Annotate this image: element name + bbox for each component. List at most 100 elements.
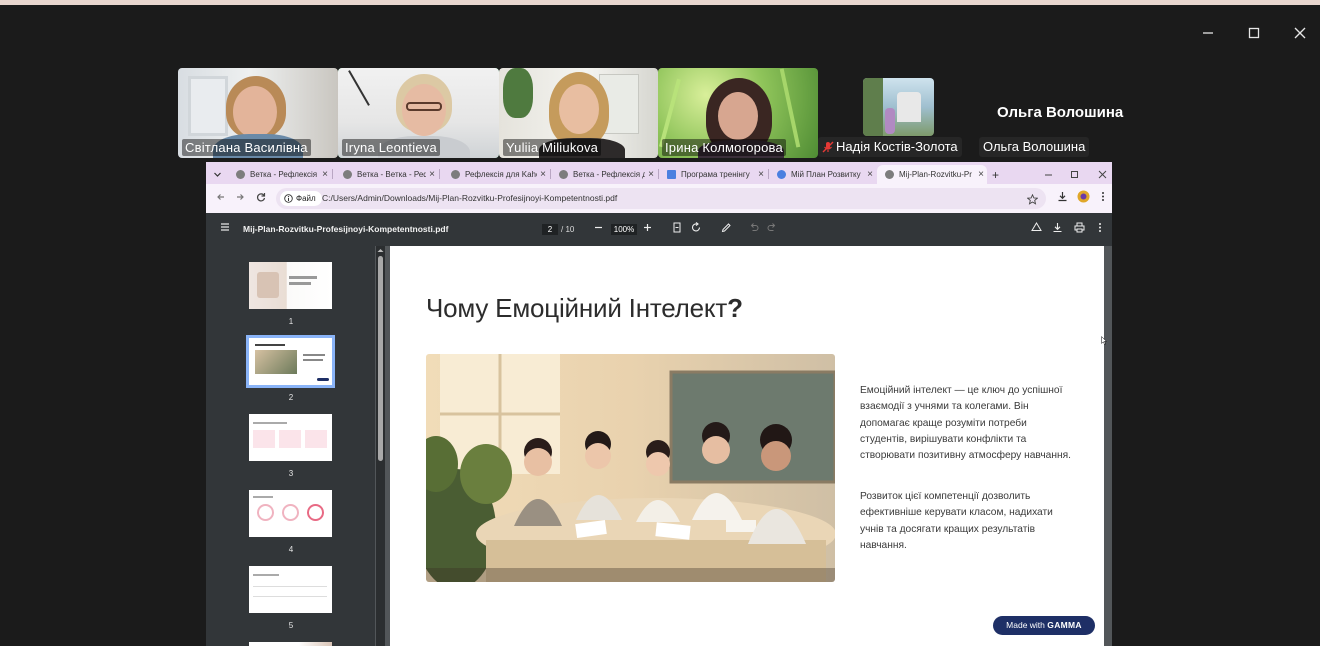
page-thumbnail[interactable] [249,414,332,461]
downloads-button[interactable] [1057,191,1068,205]
browser-menu-button[interactable] [1101,191,1105,205]
new-tab-button[interactable]: + [989,165,1005,184]
meeting-window: Світлана Василівна Iryna Leontieva Yulii… [0,0,1320,646]
thumbnail-ring [307,504,324,521]
extension-button[interactable] [1077,190,1090,206]
chevron-down-icon [214,172,221,177]
thumbnail-image [255,350,297,374]
tab-strip: Ветка - Рефлексія для × Ветка - Ветка - … [206,162,1112,184]
participant-tile-iryna-leontieva[interactable]: Iryna Leontieva [338,68,499,158]
browser-tab-active[interactable]: Mij-Plan-Rozvitku-Pr × [877,165,987,184]
pdf-body: 1 2 3 4 5 Чому Емоційний Інтелект? Емоці… [206,246,1112,646]
participant-tile-yuliia[interactable]: Yuliia Miliukova [499,68,658,158]
browser-tab-6[interactable]: Мій План Розвитку × [769,165,876,184]
page-thumbnail-number: 5 [288,621,294,630]
thumbnail-ring [257,504,274,521]
browser-tab-4[interactable]: Ветка - Рефлексія для × [551,165,657,184]
page-thumbnail[interactable] [249,262,332,309]
back-button[interactable] [216,191,226,205]
page-number-input[interactable]: 2 [542,224,558,235]
participant-avatar-nadiia[interactable] [863,78,934,136]
print-button[interactable] [1074,222,1085,237]
thumbnail-text-line [303,359,323,361]
tab-close-icon[interactable]: × [864,169,876,180]
extension-icon [1077,190,1090,203]
reload-button[interactable] [256,191,266,205]
close-icon [1098,170,1107,179]
browser-close-button[interactable] [1096,165,1110,184]
drive-icon [1031,222,1042,231]
participant-tile-iryna-kolmohorova[interactable]: Ірина Колмогорова [658,68,818,158]
pdf-file-name: Mij-Plan-Rozvitku-Profesijnoyi-Kompetent… [243,224,449,234]
pdf-download-button[interactable] [1052,222,1063,237]
thumbnail-badge [317,378,329,381]
url-bar[interactable]: Файл C:/Users/Admin/Downloads/Mij-Plan-R… [276,188,1046,209]
info-icon [284,194,293,203]
participant-tile-svitlana[interactable]: Світлана Василівна [178,68,338,158]
tab-close-icon[interactable]: × [645,169,657,180]
maximize-button[interactable] [1231,20,1277,46]
scrollbar-thumb[interactable] [378,256,383,461]
more-vertical-icon [1099,223,1101,232]
classroom-illustration [426,354,835,582]
page-thumbnail[interactable] [249,566,332,613]
tab-title: Ветка - Рефлексія для [573,170,645,179]
arrow-right-icon [237,194,244,200]
thumbnail-text-line [289,276,317,279]
tab-close-icon[interactable]: × [319,169,331,180]
save-to-drive-button[interactable] [1031,222,1042,237]
thumbnail-sidebar: 1 2 3 4 5 [206,246,375,646]
page-thumbnail-partial[interactable] [249,642,332,646]
scroll-up-arrow-icon [377,249,384,252]
badge-prefix: Made with [1006,620,1045,630]
page-thumbnail-selected[interactable] [246,335,335,388]
top-edge-strip [0,0,1320,5]
tab-title: Програма тренінгу [681,170,750,179]
download-icon [1058,192,1067,202]
tab-close-icon[interactable]: × [426,169,438,180]
fit-page-button[interactable] [672,222,682,237]
document-icon [667,170,676,179]
made-with-gamma-badge[interactable]: Made with GAMMA [993,616,1095,635]
tab-list-button[interactable] [209,165,227,184]
browser-tab-1[interactable]: Ветка - Рефлексія для × [228,165,331,184]
pen-icon [721,223,731,233]
more-vertical-icon [1102,192,1104,201]
page-thumbnail[interactable] [249,490,332,537]
tab-close-icon[interactable]: × [975,169,987,180]
browser-minimize-button[interactable] [1042,165,1056,184]
pdf-more-button[interactable] [1098,222,1102,237]
pdf-toolbar: Mij-Plan-Rozvitku-Profesijnoyi-Kompetent… [206,213,1112,246]
sidebar-toggle-button[interactable] [220,222,230,236]
maximize-icon [1248,27,1260,39]
redo-button[interactable] [767,222,777,236]
tab-close-icon[interactable]: × [537,169,549,180]
minimize-button[interactable] [1185,20,1231,46]
annotate-button[interactable] [721,222,732,237]
site-info-label: Файл [296,194,316,203]
browser-maximize-button[interactable] [1068,165,1082,184]
zoom-out-button[interactable] [594,222,603,236]
site-info-chip[interactable]: Файл [280,191,322,206]
thumbnail-divider [253,596,327,597]
browser-tab-5[interactable]: Програма тренінгу × [659,165,767,184]
redo-icon [767,223,776,231]
thumbnail-scrollbar[interactable] [376,246,385,646]
tab-close-icon[interactable]: × [755,169,767,180]
bookmark-star-button[interactable] [1026,192,1039,210]
undo-button[interactable] [749,222,759,236]
globe-icon [885,170,894,179]
pdf-page: Чому Емоційний Інтелект? Емоційний інтел… [390,246,1104,646]
close-window-button[interactable] [1277,20,1320,46]
browser-tab-2[interactable]: Ветка - Ветка - Рефл × [335,165,438,184]
participant-name: Надія Костів-Золота [836,139,958,154]
zoom-in-button[interactable] [643,222,652,236]
zoom-input[interactable]: 100% [611,224,637,235]
forward-button[interactable] [235,191,245,205]
star-icon [1026,193,1039,205]
browser-tab-3[interactable]: Рефлексія для Kahoo × [443,165,549,184]
fit-page-icon [673,222,681,233]
thumbnail-text-line [253,574,279,576]
rotate-button[interactable] [691,222,702,237]
thumbnail-card [305,430,327,448]
